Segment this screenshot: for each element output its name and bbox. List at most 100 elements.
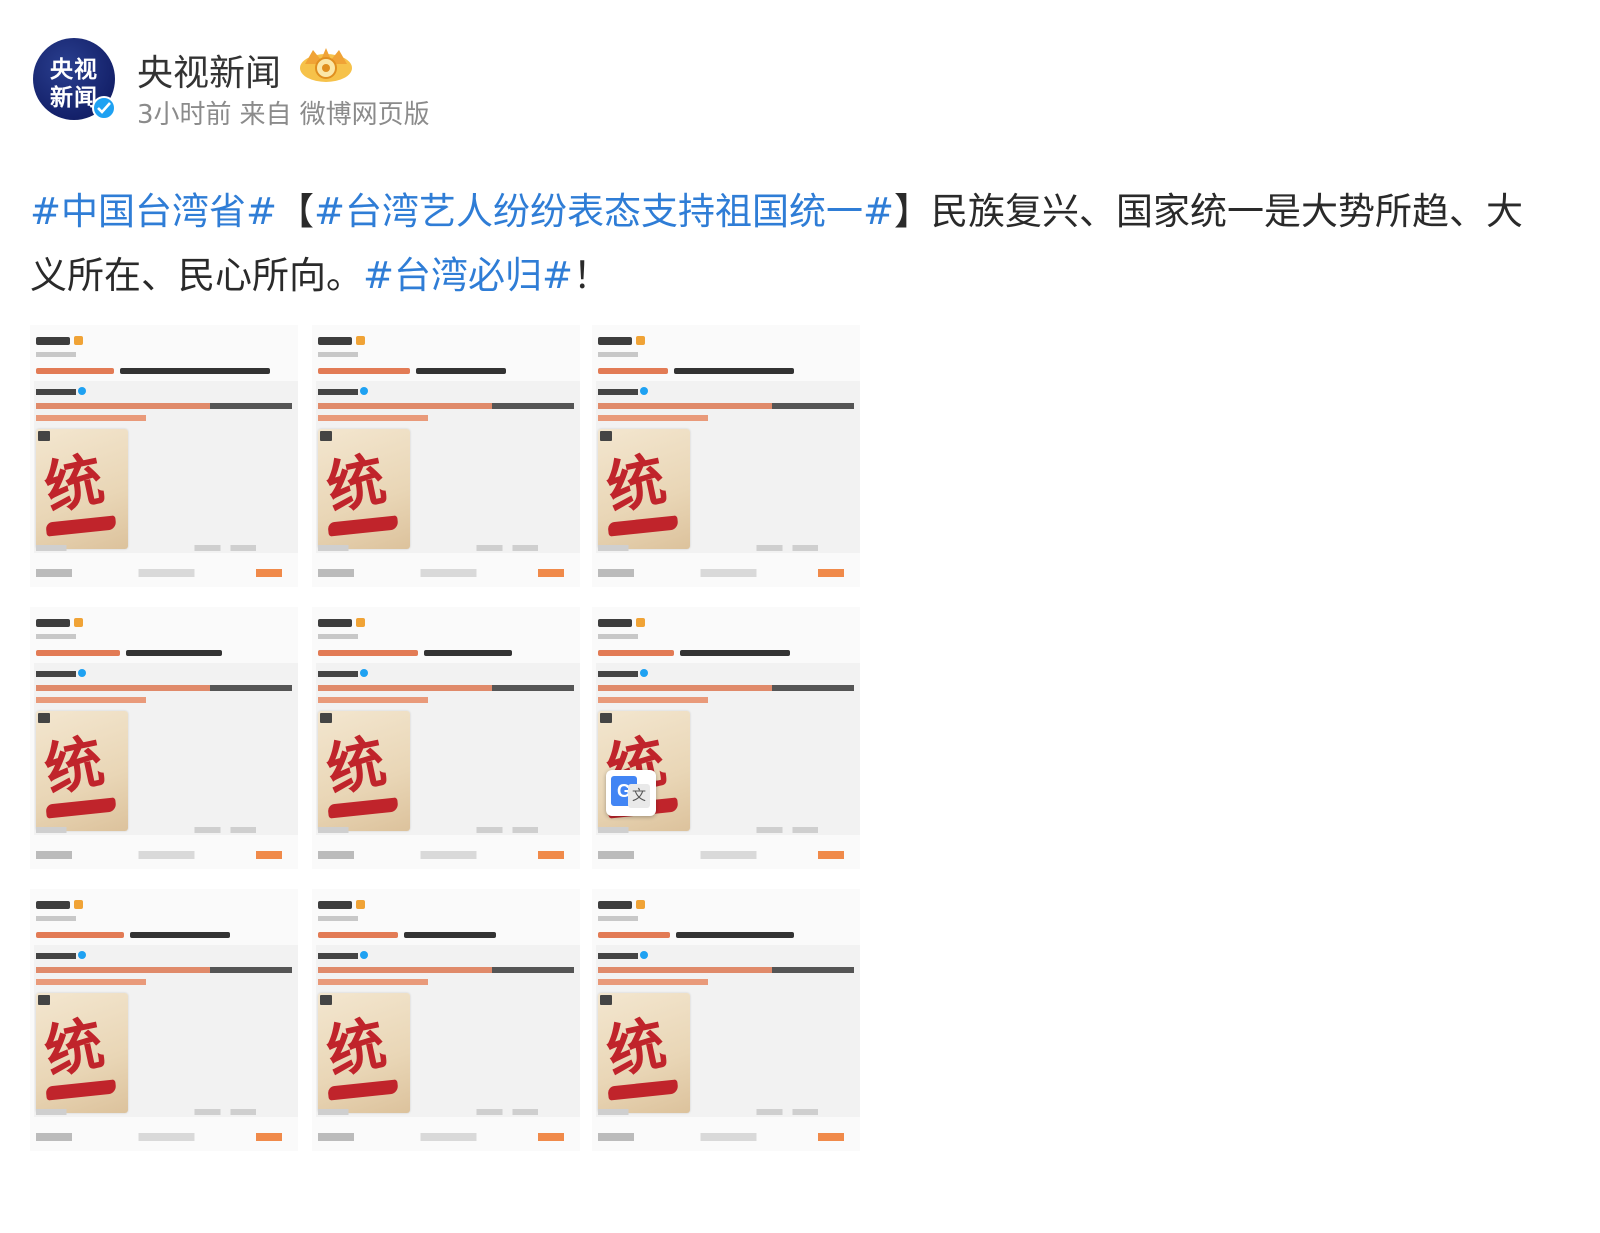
thumb-repost-text (36, 967, 292, 973)
bracket-close: 】 (894, 190, 932, 233)
thumb-repost-tag (598, 415, 708, 421)
thumb-text-line (674, 368, 794, 374)
thumb-hashtag-line (598, 932, 670, 938)
user-name[interactable]: 央视新闻 (137, 44, 281, 96)
thumb-footer (36, 1109, 292, 1115)
thumb-badge-icon (74, 900, 83, 909)
thumb-repost-text (36, 685, 292, 691)
thumb-actions (318, 569, 574, 577)
image-thumbnail[interactable]: 统 (592, 607, 860, 869)
thumb-image-icon (320, 995, 332, 1005)
poster-character: 统 (320, 726, 392, 806)
thumb-username (598, 337, 632, 345)
thumb-image-icon (600, 431, 612, 441)
thumb-badge-icon (356, 336, 365, 345)
thumb-verified-icon (78, 669, 86, 677)
thumb-text-line (130, 932, 230, 938)
thumb-text-line (120, 368, 270, 374)
post-source: 微博网页版 (299, 100, 430, 130)
thumb-badge-icon (636, 618, 645, 627)
thumb-footer (318, 1109, 574, 1115)
thumb-actions (598, 1133, 854, 1141)
thumb-footer (598, 1109, 854, 1115)
poster-character: 统 (320, 444, 392, 524)
image-thumbnail[interactable]: 统 (312, 889, 580, 1151)
thumb-verified-icon (640, 669, 648, 677)
thumb-verified-icon (78, 951, 86, 959)
thumb-badge-icon (74, 618, 83, 627)
thumb-actions (36, 851, 292, 859)
unification-poster: 统 (318, 993, 410, 1113)
hashtag-taiwan-return[interactable]: #台湾必归# (363, 254, 573, 297)
thumb-footer (318, 827, 574, 833)
thumb-text-line (416, 368, 506, 374)
thumb-hashtag-line (598, 650, 674, 656)
thumb-repost-text (598, 685, 854, 691)
thumb-repost-tag (318, 979, 428, 985)
thumb-repost-text (36, 403, 292, 409)
thumb-repost-tag (36, 697, 146, 703)
thumb-repost-tag (318, 697, 428, 703)
thumb-source-name (36, 671, 76, 677)
thumb-hashtag-line (36, 650, 120, 656)
google-translate-icon[interactable]: G 文 (606, 770, 656, 816)
thumb-username (598, 619, 632, 627)
thumb-source-name (36, 953, 76, 959)
poster-character: 统 (38, 726, 110, 806)
thumb-badge-icon (74, 336, 83, 345)
unification-poster: 统 (598, 993, 690, 1113)
thumb-time (318, 634, 358, 639)
thumb-time (36, 916, 76, 921)
thumb-username (318, 901, 352, 909)
thumb-actions (36, 569, 292, 577)
thumb-repost-text (598, 403, 854, 409)
thumb-username (36, 619, 70, 627)
image-thumbnail[interactable]: 统 (592, 889, 860, 1151)
thumb-image-icon (600, 713, 612, 723)
thumb-footer (318, 545, 574, 551)
thumb-badge-icon (636, 336, 645, 345)
image-thumbnail[interactable]: 统 (30, 325, 298, 587)
hashtag-taiwan-province[interactable]: #中国台湾省# (30, 190, 277, 233)
vip-crown-icon[interactable] (297, 44, 355, 86)
unification-poster: 统 (598, 429, 690, 549)
thumb-time (598, 352, 638, 357)
thumb-footer (598, 545, 854, 551)
thumb-image-icon (38, 431, 50, 441)
thumb-image-icon (320, 713, 332, 723)
verified-icon (92, 96, 116, 120)
thumb-source-name (598, 953, 638, 959)
post-ending: ！ (573, 254, 611, 297)
thumb-actions (598, 851, 854, 859)
post-time[interactable]: 3小时前 (137, 100, 232, 130)
thumb-source-name (36, 389, 76, 395)
image-thumbnail[interactable]: 统 (592, 325, 860, 587)
thumb-verified-icon (360, 951, 368, 959)
thumb-hashtag-line (318, 650, 418, 656)
thumb-text-line (676, 932, 794, 938)
thumb-text-line (126, 650, 222, 656)
thumb-source-name (318, 671, 358, 677)
thumb-username (36, 337, 70, 345)
thumb-repost-text (318, 685, 574, 691)
image-thumbnail[interactable]: 统 (312, 607, 580, 869)
thumb-verified-icon (360, 387, 368, 395)
thumb-hashtag-line (598, 368, 668, 374)
thumb-repost-tag (318, 415, 428, 421)
thumb-username (318, 337, 352, 345)
thumb-actions (318, 851, 574, 859)
image-thumbnail[interactable]: 统 (30, 889, 298, 1151)
thumb-source-name (318, 389, 358, 395)
image-grid: 统统统统统统统统统 (30, 325, 870, 1170)
thumb-hashtag-line (318, 368, 410, 374)
hashtag-taiwan-artists[interactable]: #台湾艺人纷纷表态支持祖国统一# (314, 190, 894, 233)
thumb-repost-tag (598, 697, 708, 703)
thumb-actions (598, 569, 854, 577)
image-thumbnail[interactable]: 统 (312, 325, 580, 587)
image-thumbnail[interactable]: 统 (30, 607, 298, 869)
thumb-time (598, 916, 638, 921)
unification-poster: 统 (36, 429, 128, 549)
thumb-footer (36, 827, 292, 833)
thumb-repost-tag (598, 979, 708, 985)
poster-character: 统 (38, 1008, 110, 1088)
